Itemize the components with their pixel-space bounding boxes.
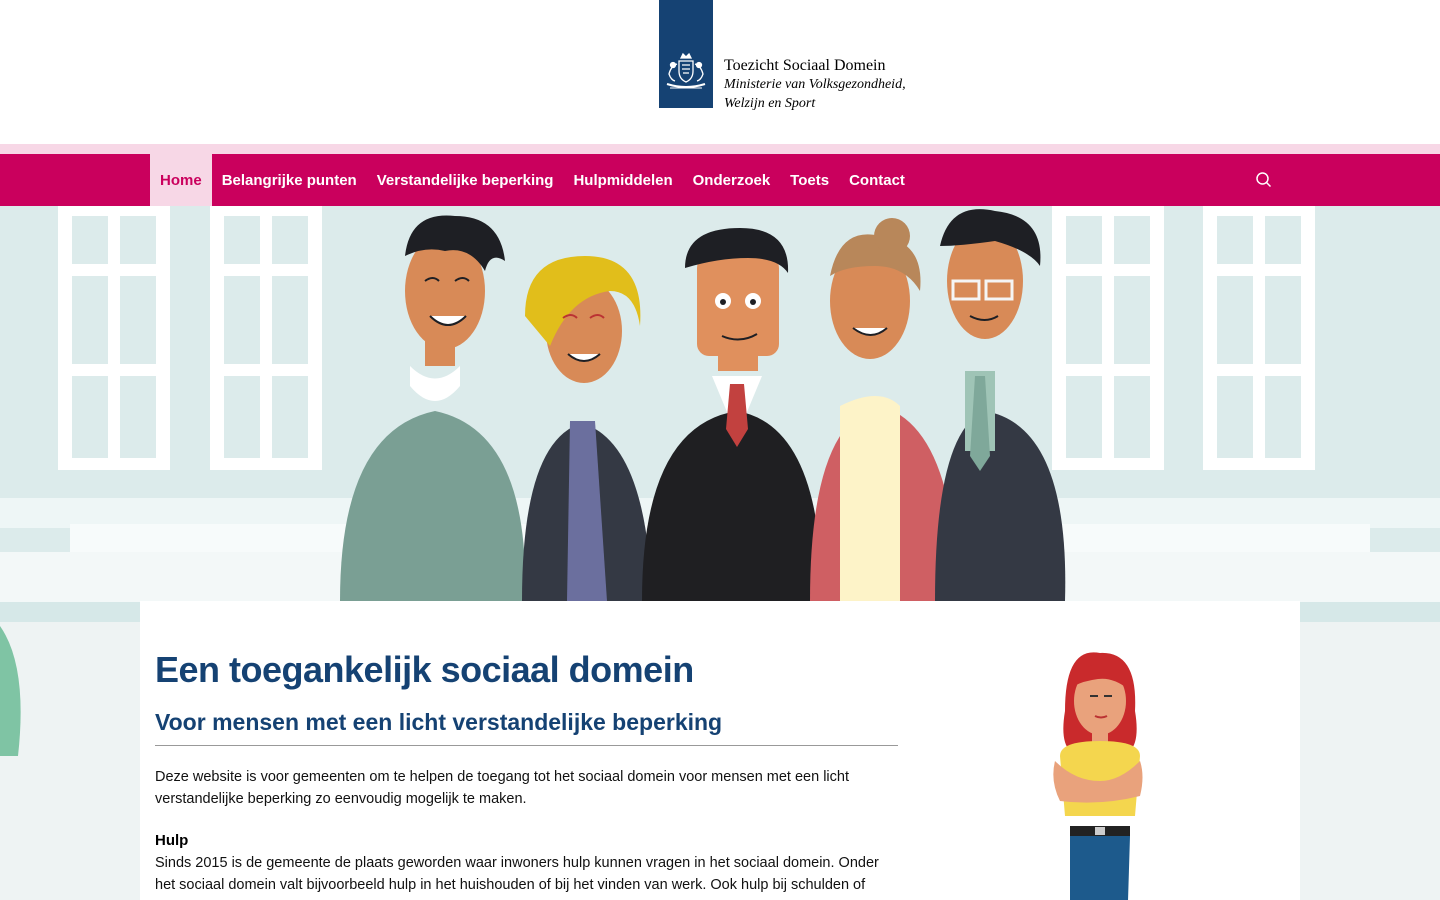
nav-item-onderzoek[interactable]: Onderzoek xyxy=(683,154,781,206)
rijksoverheid-logo[interactable] xyxy=(659,0,713,108)
coat-of-arms-icon xyxy=(666,52,706,89)
nav-item-hulpmiddelen[interactable]: Hulpmiddelen xyxy=(563,154,682,206)
page-title: Een toegankelijk sociaal domein xyxy=(155,649,694,690)
nav-item-home[interactable]: Home xyxy=(150,154,212,206)
nav-item-contact[interactable]: Contact xyxy=(839,154,915,206)
nav-menu: Home Belangrijke punten Verstandelijke b… xyxy=(150,154,915,206)
site-header: Toezicht Sociaal Domein Ministerie van V… xyxy=(0,0,1440,144)
ministry-name-line2: Welzijn en Sport xyxy=(724,96,816,111)
ministry-name-line1: Ministerie van Volksgezondheid, xyxy=(724,77,906,92)
section-heading-hulp: Hulp xyxy=(155,832,189,849)
nav-item-belangrijke-punten[interactable]: Belangrijke punten xyxy=(212,154,367,206)
search-icon xyxy=(1256,172,1272,188)
nav-item-toets[interactable]: Toets xyxy=(780,154,839,206)
org-name: Toezicht Sociaal Domein xyxy=(724,57,886,74)
main-column: Een toegankelijk sociaal domein Voor men… xyxy=(155,645,898,900)
nav-item-verstandelijke-beperking[interactable]: Verstandelijke beperking xyxy=(367,154,564,206)
intro-paragraph: Deze website is voor gemeenten om te hel… xyxy=(155,769,849,807)
page-subtitle: Voor mensen met een licht verstandelijke… xyxy=(155,707,898,746)
main-navigation: Home Belangrijke punten Verstandelijke b… xyxy=(0,154,1440,206)
search-button[interactable] xyxy=(1254,170,1274,190)
logo-text: Toezicht Sociaal Domein Ministerie van V… xyxy=(724,56,906,113)
section-paragraph-hulp: Sinds 2015 is de gemeente de plaats gewo… xyxy=(155,855,879,900)
content-card: Een toegankelijk sociaal domein Voor men… xyxy=(140,601,1300,900)
header-divider xyxy=(0,144,1440,154)
woman-illustration xyxy=(1053,652,1143,900)
